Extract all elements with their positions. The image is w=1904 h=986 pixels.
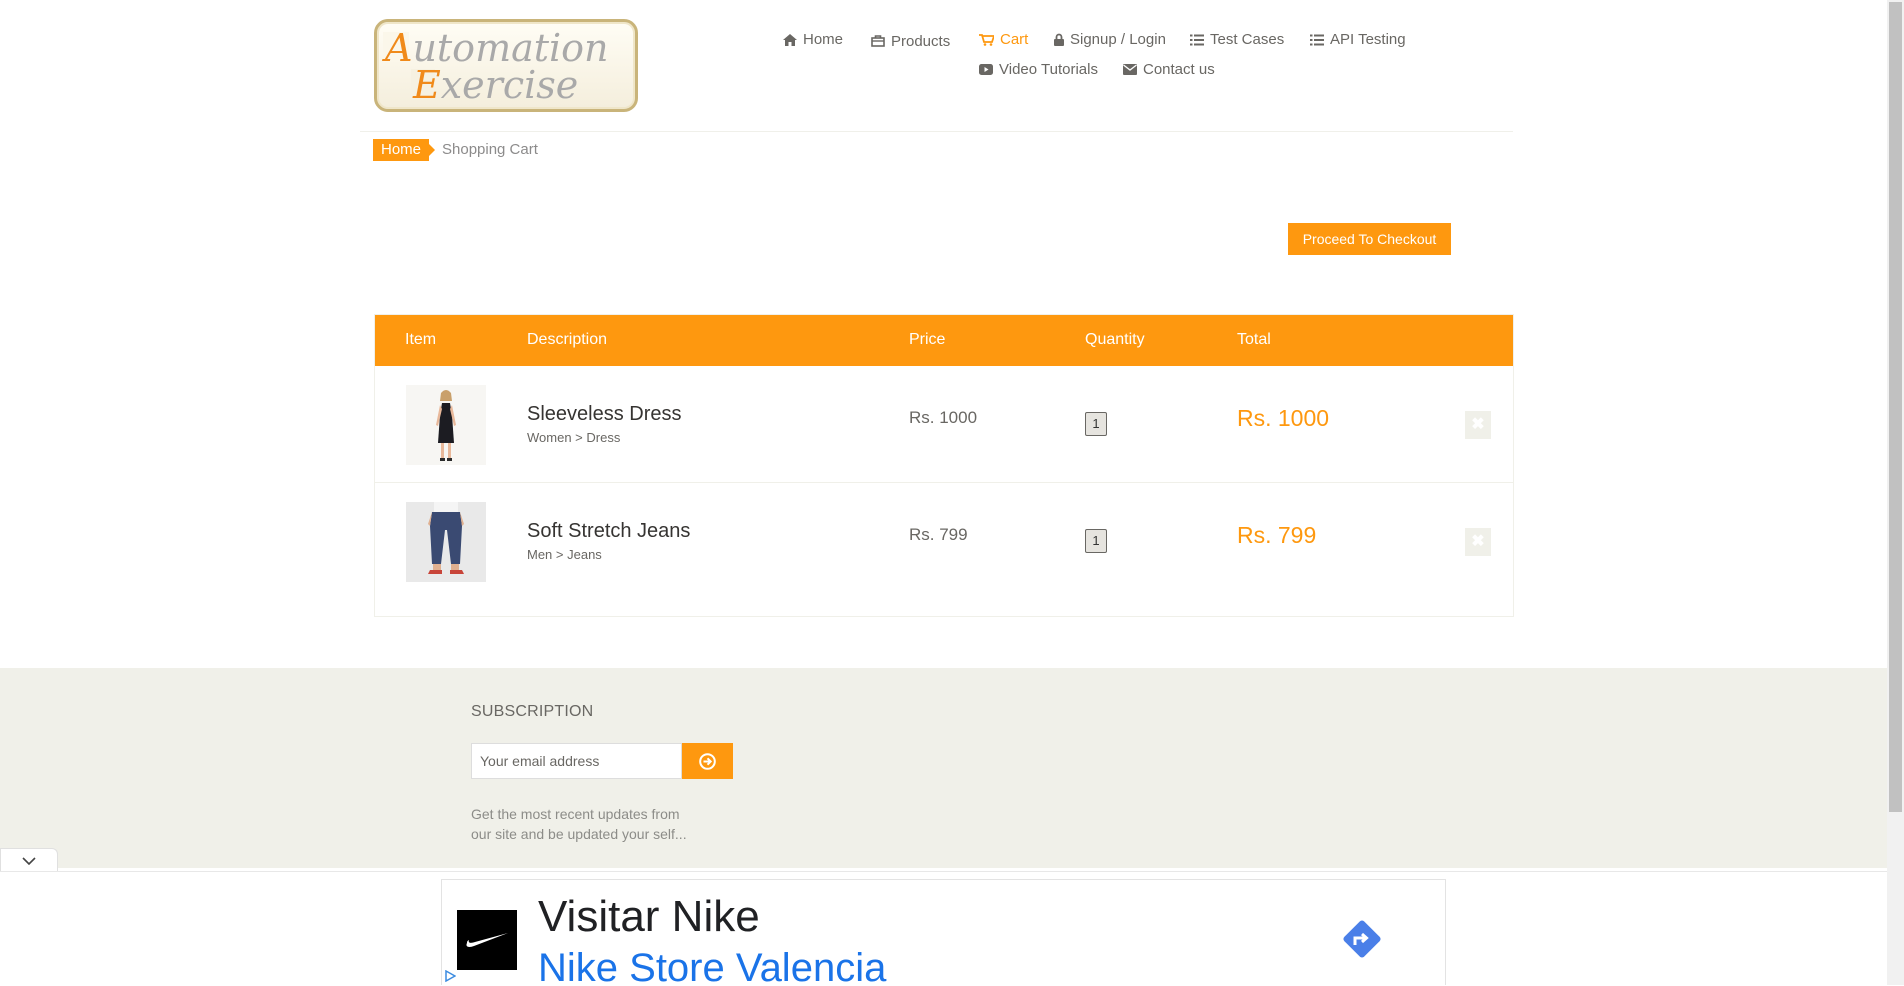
nav-test-cases[interactable]: Test Cases (1190, 31, 1284, 48)
close-icon: ✖ (1471, 533, 1485, 550)
nav-video-tutorials-label: Video Tutorials (999, 61, 1098, 78)
list-icon (1310, 34, 1324, 45)
subscribe-button[interactable] (682, 743, 733, 779)
proceed-to-checkout-button[interactable]: Proceed To Checkout (1288, 223, 1451, 255)
shopping-bag-icon (871, 34, 885, 47)
nav-contact-us-label: Contact us (1143, 61, 1215, 78)
ad-title[interactable]: Visitar Nike (538, 892, 760, 942)
nike-logo (457, 910, 517, 970)
nav-products-label: Products (891, 33, 951, 50)
nav-cart-label: Cart (1000, 31, 1029, 48)
quantity-value: 1 (1085, 529, 1107, 553)
header-item: Item (405, 331, 437, 348)
youtube-play-icon (979, 64, 993, 75)
nike-swoosh-icon (466, 933, 508, 947)
product-total: Rs. 1000 (1237, 405, 1330, 431)
footer (0, 668, 1887, 868)
header-quantity: Quantity (1085, 331, 1145, 348)
ad-collapse-toggle[interactable] (0, 848, 58, 872)
header-price: Price (909, 331, 946, 348)
lock-icon (1054, 33, 1064, 46)
product-image-sleeveless-dress[interactable] (406, 385, 486, 465)
product-category: Women > Dress (527, 430, 621, 445)
product-price: Rs. 1000 (909, 408, 978, 427)
envelope-icon (1123, 64, 1137, 75)
jeans-image (406, 502, 486, 582)
adchoices-icon[interactable] (444, 970, 456, 982)
delete-item-button[interactable]: ✖ (1465, 528, 1491, 556)
nav-home-label: Home (803, 31, 844, 48)
nav-video-tutorials[interactable]: Video Tutorials (979, 61, 1098, 78)
logo-graphic: Automation Exercise A E (382, 26, 609, 107)
ad-banner[interactable]: Visitar Nike Nike Store Valencia (441, 879, 1446, 985)
logo-letter-a: A (382, 26, 412, 70)
nav-api-testing[interactable]: API Testing (1310, 31, 1406, 48)
arrow-circle-right-icon (699, 752, 716, 770)
product-image-soft-stretch-jeans[interactable] (406, 502, 486, 582)
nav-signup-login-label: Signup / Login (1070, 31, 1166, 48)
product-price: Rs. 799 (909, 525, 968, 544)
cart-table: Item Description Price Quantity Total Sl… (374, 314, 1514, 617)
nav-home[interactable]: Home (783, 31, 843, 48)
table-row: Sleeveless Dress Women > Dress Rs. 1000 … (375, 366, 1513, 482)
home-icon (783, 33, 797, 46)
nav-api-testing-label: API Testing (1330, 31, 1406, 48)
breadcrumb-current: Shopping Cart (442, 141, 538, 158)
breadcrumb-home[interactable]: Home (373, 139, 436, 161)
table-row: Soft Stretch Jeans Men > Jeans Rs. 799 1… (375, 482, 1513, 599)
cart-icon (979, 33, 994, 46)
logo-letter-e: E (412, 63, 441, 107)
chevron-down-icon (22, 856, 36, 865)
site-logo[interactable]: Automation Exercise A E (374, 19, 638, 112)
product-category: Men > Jeans (527, 547, 602, 562)
nav-cart[interactable]: Cart (979, 31, 1028, 48)
scrollbar-thumb[interactable] (1889, 2, 1902, 812)
product-name[interactable]: Soft Stretch Jeans (527, 520, 690, 543)
nav-contact-us[interactable]: Contact us (1123, 61, 1215, 78)
header-divider (360, 131, 1513, 132)
quantity-value: 1 (1085, 412, 1107, 436)
subscription-title: SUBSCRIPTION (471, 703, 594, 720)
product-name[interactable]: Sleeveless Dress (527, 403, 682, 426)
header-description: Description (527, 331, 608, 348)
product-total: Rs. 799 (1237, 522, 1317, 548)
close-icon: ✖ (1471, 416, 1485, 433)
ad-subtitle[interactable]: Nike Store Valencia (538, 946, 886, 985)
cart-table-header: Item Description Price Quantity Total (375, 315, 1513, 366)
nav-test-cases-label: Test Cases (1210, 31, 1285, 48)
directions-icon[interactable] (1339, 916, 1385, 962)
page: Automation Exercise A E Home Products Ca… (0, 0, 1887, 986)
delete-item-button[interactable]: ✖ (1465, 411, 1491, 439)
subscription-email-input[interactable] (471, 743, 682, 779)
nav-products[interactable]: Products (871, 30, 950, 50)
dress-image (406, 385, 486, 465)
subscription-description: Get the most recent updates from our sit… (471, 806, 687, 842)
list-icon (1190, 34, 1204, 45)
nav-signup-login[interactable]: Signup / Login (1054, 31, 1166, 48)
header-total: Total (1237, 331, 1271, 348)
